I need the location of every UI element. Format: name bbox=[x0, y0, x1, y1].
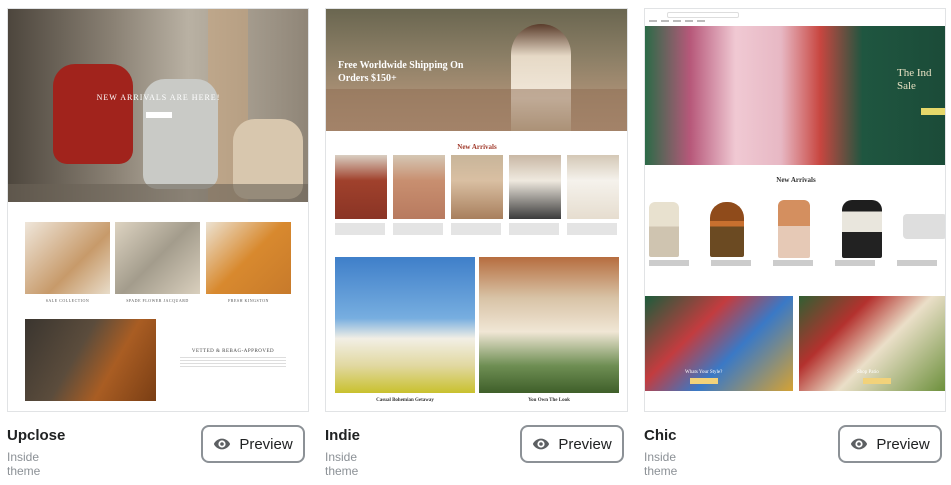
preview-label: Preview bbox=[239, 435, 293, 453]
big-tile-label: You Own The Look bbox=[528, 398, 570, 403]
theme-thumbnail[interactable]: The Ind Sale New Arrivals Whats Your Sty… bbox=[644, 8, 946, 412]
tile-label: FRESH KINGSTON bbox=[228, 298, 269, 303]
section-heading: New Arrivals bbox=[776, 176, 816, 184]
hero-heading: The Ind Sale bbox=[897, 67, 932, 92]
theme-thumbnail[interactable]: Free Worldwide Shipping On Orders $150+ … bbox=[325, 8, 628, 412]
product-image bbox=[509, 155, 561, 219]
lamp-image bbox=[649, 202, 679, 257]
product-image bbox=[335, 155, 387, 219]
tile-image bbox=[206, 222, 291, 294]
tray-image bbox=[903, 214, 945, 239]
hero-image bbox=[645, 26, 945, 165]
red-bag-image bbox=[53, 64, 133, 164]
theme-subtitle: Inside theme bbox=[7, 450, 41, 478]
preview-label: Preview bbox=[876, 435, 930, 453]
product-image bbox=[567, 155, 619, 219]
hero-heading: Free Worldwide Shipping On Orders $150+ bbox=[338, 60, 464, 84]
theme-name: Indie bbox=[325, 427, 361, 444]
eye-icon bbox=[214, 438, 231, 450]
bottom-tile-button bbox=[863, 378, 891, 384]
theme-subtitle: Inside theme bbox=[644, 450, 678, 478]
product-image bbox=[451, 155, 503, 219]
eye-icon bbox=[533, 438, 550, 450]
hero-button bbox=[921, 108, 945, 115]
theme-thumbnail[interactable]: NEW ARRIVALS ARE HERE! SALE COLLECTION S… bbox=[7, 8, 309, 412]
bottom-tile-image bbox=[645, 296, 793, 391]
big-tile-image bbox=[479, 257, 619, 393]
theme-name: Chic bbox=[644, 427, 677, 444]
preview-button[interactable]: Preview bbox=[520, 425, 624, 463]
hero-button bbox=[146, 112, 172, 118]
tile-label: SALE COLLECTION bbox=[45, 298, 90, 303]
theme-name: Upclose bbox=[7, 427, 66, 444]
tile-label: SPADE FLOWER JACQUARD bbox=[126, 298, 189, 303]
product-captions bbox=[335, 223, 619, 235]
bottom-tile-button bbox=[690, 378, 718, 384]
bottom-tile-label: Shop Patio bbox=[857, 370, 879, 375]
product-captions bbox=[649, 260, 945, 266]
big-tile-image bbox=[335, 257, 475, 393]
bottom-tile-label: Whats Your Style? bbox=[685, 370, 723, 375]
tile-image bbox=[115, 222, 200, 294]
hero-image bbox=[8, 9, 308, 202]
theme-subtitle: Inside theme bbox=[325, 450, 359, 478]
bottom-tile-image bbox=[799, 296, 945, 391]
hero-heading: NEW ARRIVALS ARE HERE! bbox=[96, 93, 221, 102]
product-image bbox=[393, 155, 445, 219]
chair-image bbox=[842, 200, 882, 258]
product-row bbox=[645, 194, 945, 266]
section-heading: New Arrivals bbox=[457, 143, 497, 151]
header-bar bbox=[645, 9, 945, 26]
lamp-image bbox=[778, 200, 810, 258]
tile-image bbox=[25, 222, 110, 294]
lamp-image bbox=[710, 202, 744, 257]
preview-label: Preview bbox=[558, 435, 612, 453]
feature-image bbox=[25, 319, 156, 401]
big-tile-label: Casual Bohemian Getaway bbox=[376, 398, 434, 403]
feature-heading: VETTED & REBAG-APPROVED bbox=[191, 349, 275, 354]
eye-icon bbox=[851, 438, 868, 450]
feature-text-lines bbox=[180, 357, 286, 367]
preview-button[interactable]: Preview bbox=[838, 425, 942, 463]
preview-button[interactable]: Preview bbox=[201, 425, 305, 463]
